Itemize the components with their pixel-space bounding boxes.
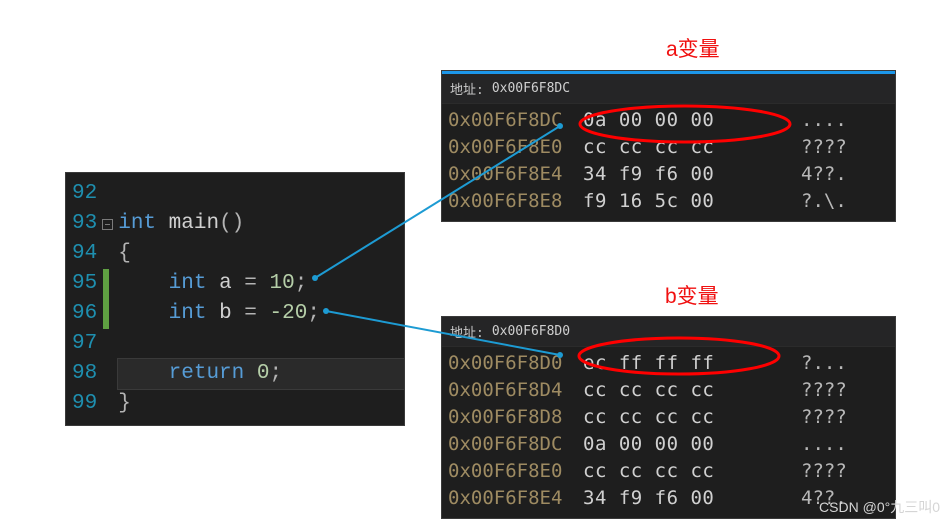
code-line (118, 329, 404, 359)
line-number: 93 (72, 209, 97, 239)
line-number: 99 (72, 389, 97, 419)
variable-a-label: a变量 (666, 33, 720, 63)
line-number: 95 (72, 269, 97, 299)
memory-panel-b: 地址: 0x00F6F8D0 0x00F6F8D0ec ff ff ff?...… (441, 316, 896, 519)
memory-panel-header: 地址: 0x00F6F8D0 (442, 317, 895, 347)
memory-row: 0x00F6F8D4cc cc cc cc???? (448, 377, 889, 404)
line-number-gutter: 92 93 94 95 96 97 98 99 (66, 173, 100, 425)
address-input[interactable]: 0x00F6F8DC (492, 81, 887, 96)
memory-body: 0x00F6F8D0ec ff ff ff?... 0x00F6F8D4cc c… (442, 347, 895, 518)
memory-body: 0x00F6F8DC0a 00 00 00.... 0x00F6F8E0cc c… (442, 104, 895, 221)
memory-row: 0x00F6F8E0cc cc cc cc???? (448, 134, 889, 161)
memory-row: 0x00F6F8D0ec ff ff ff?... (448, 350, 889, 377)
line-number: 92 (72, 179, 97, 209)
memory-row: 0x00F6F8DC0a 00 00 00.... (448, 107, 889, 134)
memory-row: 0x00F6F8D8cc cc cc cc???? (448, 404, 889, 431)
code-line: int a = 10; (118, 269, 404, 299)
memory-panel-header: 地址: 0x00F6F8DC (442, 74, 895, 104)
code-line: int main() (118, 209, 404, 239)
change-bar-icon (103, 299, 109, 329)
editor-marks (100, 173, 114, 425)
line-number: 98 (72, 359, 97, 389)
code-editor: 92 93 94 95 96 97 98 99 int main() { int… (65, 172, 405, 426)
line-number: 96 (72, 299, 97, 329)
memory-row: 0x00F6F8E0cc cc cc cc???? (448, 458, 889, 485)
address-label: 地址: (450, 79, 484, 98)
code-line: } (118, 389, 404, 419)
watermark: CSDN @0°九三叫0 (819, 497, 940, 517)
address-label: 地址: (450, 322, 484, 341)
code-line: int b = -20; (118, 299, 404, 329)
code-line: { (118, 239, 404, 269)
change-bar-icon (103, 269, 109, 299)
address-input[interactable]: 0x00F6F8D0 (492, 324, 887, 339)
code-line (118, 179, 404, 209)
memory-row: 0x00F6F8DC0a 00 00 00.... (448, 431, 889, 458)
fold-minus-icon[interactable] (102, 219, 113, 230)
variable-b-label: b变量 (665, 280, 719, 310)
line-number: 97 (72, 329, 97, 359)
memory-row: 0x00F6F8E434 f9 f6 004??. (448, 161, 889, 188)
code-line-current: return 0; (118, 359, 404, 389)
code-area[interactable]: int main() { int a = 10; int b = -20; re… (114, 173, 404, 425)
memory-panel-a: 地址: 0x00F6F8DC 0x00F6F8DC0a 00 00 00....… (441, 70, 896, 222)
memory-row: 0x00F6F8E8f9 16 5c 00?.\. (448, 188, 889, 215)
line-number: 94 (72, 239, 97, 269)
